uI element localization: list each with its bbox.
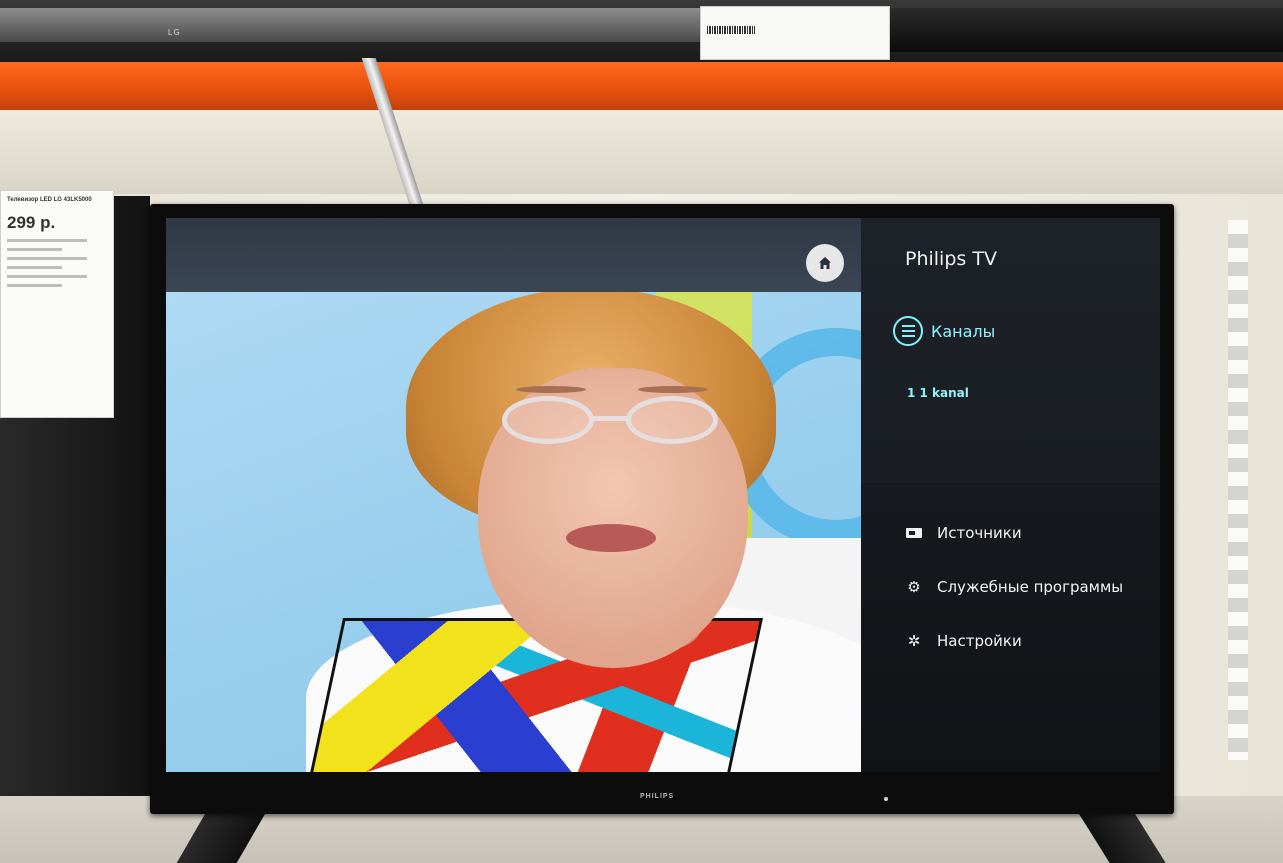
price-tag-price: 299 р. xyxy=(7,213,56,232)
menu-item-utilities[interactable]: ⚙ Служебные программы xyxy=(905,578,1123,596)
glasses-lens-right xyxy=(626,396,718,444)
price-tag-title: Телевизор LED LG 43LK5000 xyxy=(7,197,92,203)
home-button[interactable] xyxy=(806,244,844,282)
upper-tv: LG xyxy=(0,8,700,42)
menu-item-settings[interactable]: ✲ Настройки xyxy=(905,632,1022,650)
sources-icon xyxy=(905,526,923,540)
live-video xyxy=(166,218,861,772)
price-tag-line xyxy=(7,239,87,242)
glasses-bridge xyxy=(590,416,630,421)
tv-brand-logo: PHILIPS xyxy=(640,793,675,800)
price-tag-left: Телевизор LED LG 43LK5000 299 р. xyxy=(0,190,114,418)
menu-item-sources[interactable]: Источники xyxy=(905,524,1022,542)
menu-item-label: Настройки xyxy=(937,632,1022,650)
tv-side-menu: Philips TV Каналы 1 1 kanal Источники ⚙ … xyxy=(861,218,1160,772)
channels-tab[interactable]: Каналы xyxy=(893,316,995,346)
price-tag-top xyxy=(700,6,890,60)
barcode xyxy=(707,26,755,34)
tv-screen: Philips TV Каналы 1 1 kanal Источники ⚙ … xyxy=(166,218,1160,772)
light-strip xyxy=(1228,220,1248,760)
upper-tv-logo: LG xyxy=(168,28,181,37)
price-tag-line xyxy=(7,284,62,287)
shelf-edge xyxy=(0,62,1283,110)
gears-icon: ⚙ xyxy=(907,578,921,596)
price-tag-line xyxy=(7,266,62,269)
price-tag-line xyxy=(7,248,62,251)
tv-power-led xyxy=(884,797,888,801)
menu-item-label: Служебные программы xyxy=(937,578,1124,596)
menu-title: Philips TV xyxy=(905,248,997,270)
list-icon xyxy=(893,316,923,346)
glasses-lens-left xyxy=(502,396,594,444)
presenter-mouth xyxy=(566,524,656,552)
shelf-underside xyxy=(0,110,1283,194)
home-icon xyxy=(819,257,831,269)
price-tag-line xyxy=(7,257,87,260)
gear-icon: ✲ xyxy=(907,632,921,650)
video-top-bar xyxy=(166,218,861,292)
channels-label: Каналы xyxy=(931,321,996,341)
upper-tv-right xyxy=(880,8,1283,52)
eyebrow-right xyxy=(638,386,708,393)
eyebrow-left xyxy=(516,386,586,393)
channel-list-item[interactable]: 1 1 kanal xyxy=(907,386,969,400)
price-tag-line xyxy=(7,275,87,278)
menu-item-label: Источники xyxy=(937,524,1022,542)
